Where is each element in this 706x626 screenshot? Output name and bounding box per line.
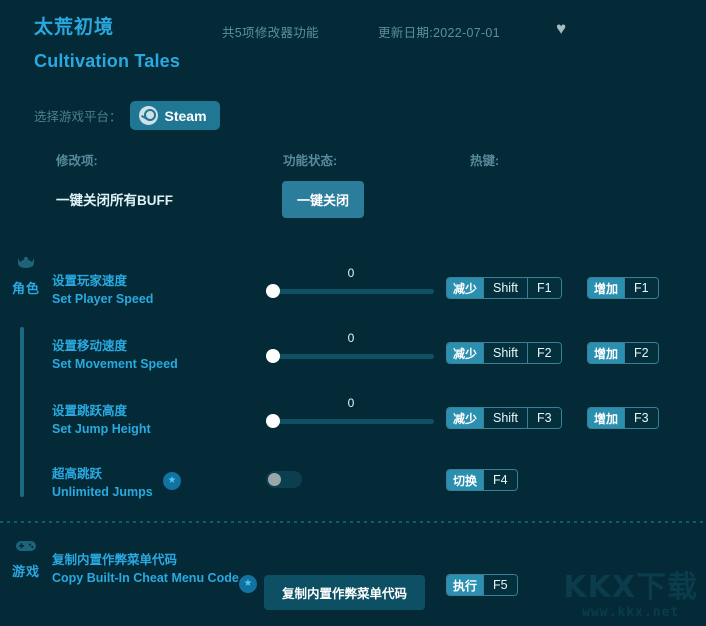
column-header-hotkey: 热键: (470, 154, 500, 168)
column-header-state: 功能状态: (283, 154, 338, 168)
steam-icon (138, 106, 158, 125)
feature-names: 设置移动速度 Set Movement Speed (52, 338, 252, 372)
feature-name-en: Unlimited Jumps (52, 485, 153, 499)
hotkey-action-label: 执行 (447, 575, 484, 595)
hotkey-decrease[interactable]: 减少 Shift F3 (446, 407, 562, 429)
slider-knob[interactable] (266, 414, 280, 428)
platform-selector: 选择游戏平台： Steam (34, 101, 220, 130)
hotkey-key: F2 (624, 343, 658, 363)
hotkey-key: Shift (483, 408, 528, 428)
hotkey-action-label: 增加 (588, 278, 625, 298)
feature-row: 设置移动速度 Set Movement Speed 0 减少 Shift F2 … (0, 330, 706, 380)
hotkey-execute[interactable]: 执行 F5 (446, 574, 518, 596)
feature-name-cn: 超高跳跃 (52, 467, 103, 481)
game-title-en: Cultivation Tales (34, 51, 181, 71)
feature-name-cn: 设置移动速度 (52, 339, 128, 353)
feature-name-cn: 设置跳跃高度 (52, 404, 128, 418)
hotkey-action-label: 减少 (447, 278, 484, 298)
close-all-buffs-label: 一键关闭所有BUFF (56, 193, 173, 208)
hotkey-action-label: 增加 (588, 408, 625, 428)
hotkey-action-label: 切换 (447, 470, 484, 490)
hotkey-key: F2 (527, 343, 561, 363)
toggle-knob (268, 473, 281, 486)
heart-icon[interactable]: ♥ (556, 20, 574, 38)
column-header-mod: 修改项: (56, 154, 98, 168)
hotkey-key: Shift (483, 278, 528, 298)
game-title-cn: 太荒初境 (34, 17, 115, 38)
platform-button-steam[interactable]: Steam (129, 101, 220, 130)
app-header: 太荒初境 Cultivation Tales 共5项修改器功能 更新日期:202… (0, 0, 706, 90)
slider-track[interactable] (268, 289, 434, 294)
close-all-buffs-button[interactable]: 一键关闭 (282, 181, 365, 218)
hotkey-action-label: 减少 (447, 343, 484, 363)
feature-row: 设置玩家速度 Set Player Speed 0 减少 Shift F1 增加… (0, 265, 706, 315)
hotkey-decrease[interactable]: 减少 Shift F2 (446, 342, 562, 364)
watermark-url: www.kkx.net (582, 605, 680, 620)
hotkey-decrease[interactable]: 减少 Shift F1 (446, 277, 562, 299)
hotkey-increase[interactable]: 增加 F3 (587, 407, 659, 429)
section-character: 角色 设置玩家速度 Set Player Speed 0 减少 Shift F1… (0, 255, 706, 510)
slider-knob[interactable] (266, 349, 280, 363)
feature-row: 超高跳跃 Unlimited Jumps ★ 切换 F4 (0, 458, 706, 508)
hotkey-increase[interactable]: 增加 F1 (587, 277, 659, 299)
close-all-buffs-row: 一键关闭所有BUFF 一键关闭 (0, 180, 706, 218)
slider-value: 0 (347, 396, 355, 410)
premium-star-icon: ★ (239, 575, 257, 593)
hotkey-key: F3 (527, 408, 561, 428)
feature-name-en: Copy Built-In Cheat Menu Code (52, 571, 239, 585)
hotkey-key: F5 (483, 575, 517, 595)
feature-names: 设置跳跃高度 Set Jump Height (52, 403, 252, 437)
hotkey-toggle[interactable]: 切换 F4 (446, 469, 518, 491)
platform-button-label: Steam (164, 107, 207, 124)
watermark: KKX下载 www.kkx.net (563, 570, 698, 621)
slider-value: 0 (347, 266, 355, 280)
hotkey-action-label: 增加 (588, 343, 625, 363)
hotkey-key: F4 (483, 470, 517, 490)
slider-track[interactable] (268, 419, 434, 424)
feature-name-en: Set Player Speed (52, 292, 154, 306)
watermark-logo: KKX下载 (563, 570, 698, 605)
toggle-switch[interactable] (266, 471, 302, 488)
hotkey-key: F1 (527, 278, 561, 298)
slider-value: 0 (347, 331, 355, 345)
section-divider (0, 521, 706, 523)
column-headers: 修改项: 功能状态: 热键: (0, 150, 706, 168)
premium-star-icon: ★ (163, 472, 181, 490)
slider-knob[interactable] (266, 284, 280, 298)
hotkey-key: F1 (624, 278, 658, 298)
feature-names: 设置玩家速度 Set Player Speed (52, 273, 252, 307)
feature-names: 复制内置作弊菜单代码 Copy Built-In Cheat Menu Code (52, 552, 242, 586)
feature-count-label: 共5项修改器功能 (222, 26, 319, 40)
update-date-label: 更新日期:2022-07-01 (378, 26, 500, 40)
feature-name-cn: 复制内置作弊菜单代码 (52, 553, 178, 567)
feature-row: 设置跳跃高度 Set Jump Height 0 减少 Shift F3 增加 … (0, 395, 706, 445)
feature-name-en: Set Jump Height (52, 422, 151, 436)
feature-names: 超高跳跃 Unlimited Jumps (52, 466, 252, 500)
hotkey-increase[interactable]: 增加 F2 (587, 342, 659, 364)
slider-track[interactable] (268, 354, 434, 359)
feature-name-cn: 设置玩家速度 (52, 274, 128, 288)
hotkey-key: Shift (483, 343, 528, 363)
hotkey-action-label: 减少 (447, 408, 484, 428)
copy-cheat-code-button[interactable]: 复制内置作弊菜单代码 (264, 575, 426, 610)
hotkey-key: F3 (624, 408, 658, 428)
platform-label: 选择游戏平台： (34, 110, 122, 124)
feature-name-en: Set Movement Speed (52, 357, 178, 371)
